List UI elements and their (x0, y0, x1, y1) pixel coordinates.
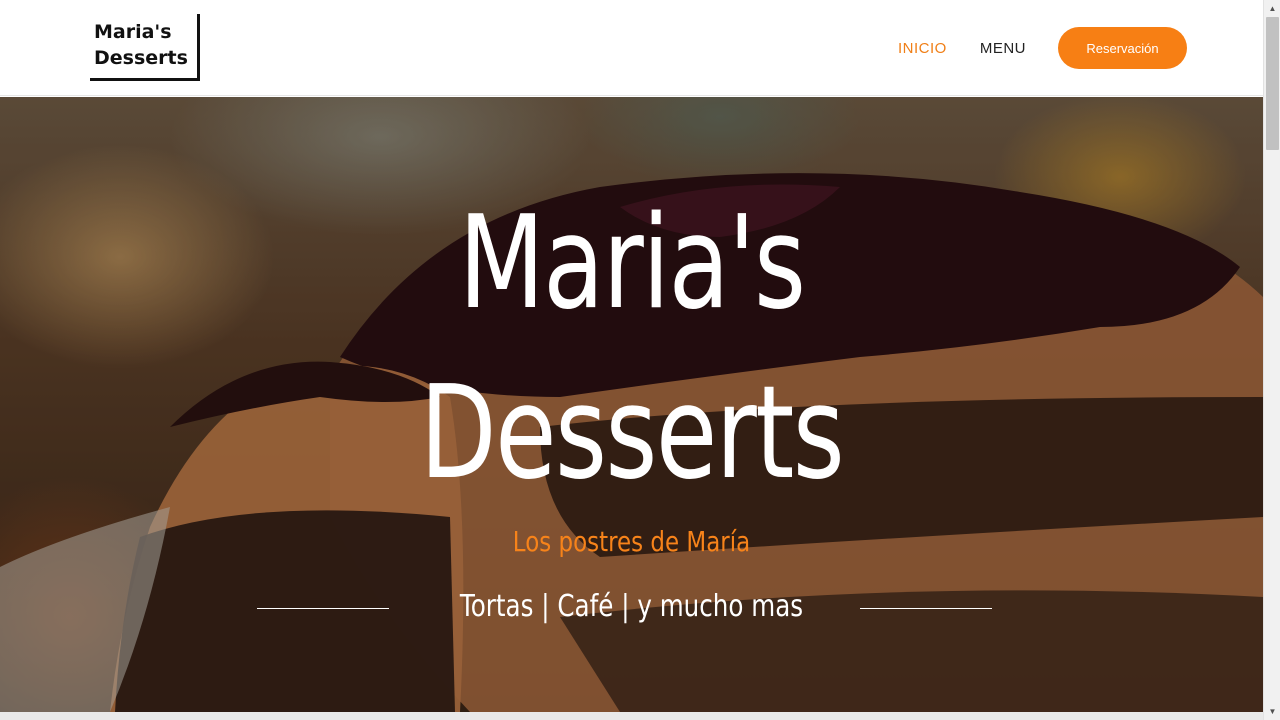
logo-line-1: Maria's (94, 21, 172, 43)
vertical-scrollbar[interactable]: ▲ ▼ (1263, 0, 1280, 720)
reservation-button[interactable]: Reservación (1058, 27, 1188, 69)
logo-bar-decoration (197, 14, 200, 26)
hero-section: Maria's Desserts Los postres de María To… (0, 97, 1263, 712)
nav-link-menu[interactable]: MENU (980, 40, 1026, 57)
site-header: Maria's Desserts INICIO MENU Reservación (0, 0, 1263, 96)
hero-subtitle: Los postres de María (512, 525, 751, 558)
chevron-down-icon[interactable]: ▼ (1264, 703, 1280, 720)
divider-right (860, 608, 992, 609)
scroll-thumb[interactable] (1266, 17, 1279, 150)
main-nav: INICIO MENU Reservación (880, 26, 1188, 70)
hero-title-line-2: Desserts (419, 359, 845, 508)
chevron-up-icon[interactable]: ▲ (1264, 0, 1280, 17)
nav-link-inicio[interactable]: INICIO (898, 40, 947, 57)
logo-line-2: Desserts (94, 47, 188, 69)
hero-tagline: Tortas | Café | y mucho mas (459, 589, 804, 624)
page-bottom-edge (0, 712, 1263, 720)
logo-text: Maria's Desserts (94, 19, 197, 71)
hero-title-line-1: Maria's (458, 189, 806, 338)
brand-logo[interactable]: Maria's Desserts (90, 14, 200, 81)
